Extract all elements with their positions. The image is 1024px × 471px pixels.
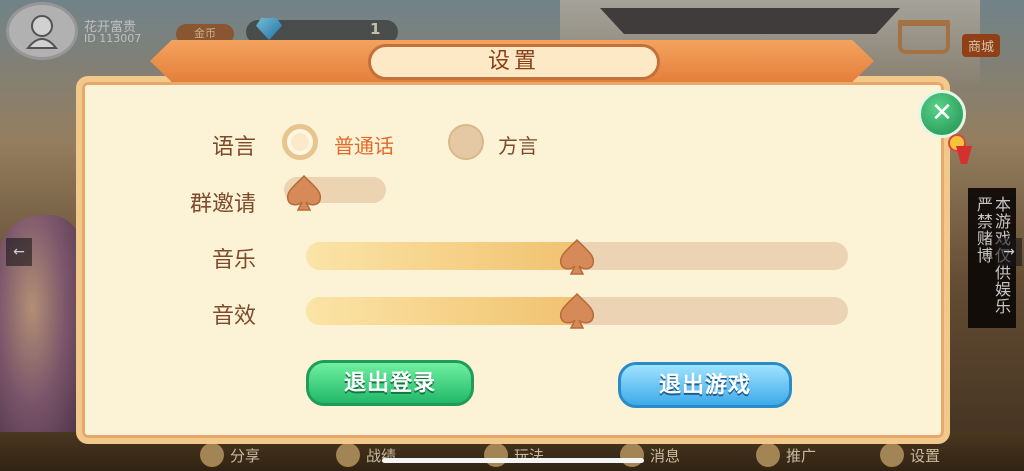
group-invite-label: 群邀请 <box>189 192 256 217</box>
music-slider-fill <box>306 242 577 270</box>
language-label: 语言 <box>211 135 256 160</box>
sound-slider-handle-icon[interactable] <box>555 290 599 330</box>
radio-mandarin-label[interactable]: 普通话 <box>334 130 394 159</box>
sound-label: 音效 <box>211 304 256 329</box>
close-button[interactable]: ✕ <box>918 90 966 138</box>
music-slider-handle-icon[interactable] <box>555 236 599 276</box>
sound-slider-fill <box>306 297 577 325</box>
home-indicator[interactable] <box>382 458 644 463</box>
radio-dialect[interactable] <box>448 124 484 160</box>
radio-mandarin[interactable] <box>282 124 318 160</box>
logout-button[interactable]: 退出登录 <box>306 360 474 406</box>
radio-dialect-label[interactable]: 方言 <box>498 130 538 159</box>
music-label: 音乐 <box>211 248 256 273</box>
exit-game-button[interactable]: 退出游戏 <box>618 362 792 408</box>
close-icon: ✕ <box>931 98 953 128</box>
toggle-knob-icon[interactable] <box>282 172 326 212</box>
dialog-title: 设置 <box>368 44 660 80</box>
